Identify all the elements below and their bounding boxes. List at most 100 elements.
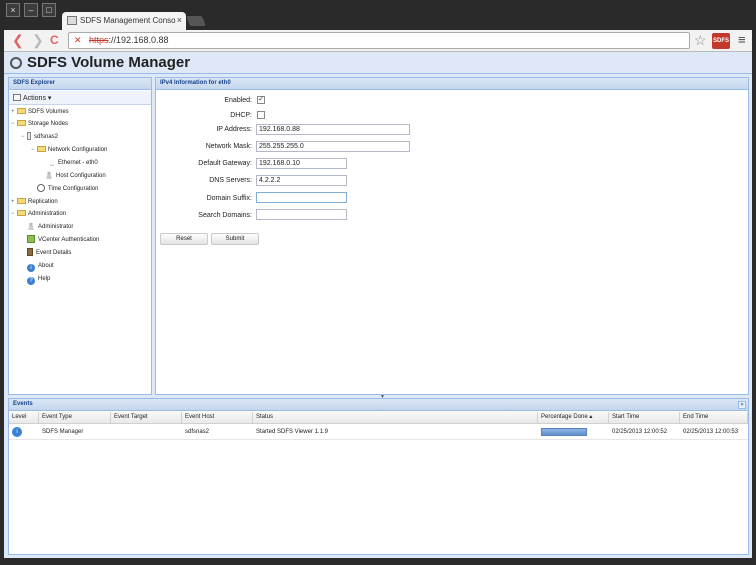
search-domains-label: Search Domains: [198, 212, 252, 219]
table-cell-event-type: SDFS Manager [42, 429, 84, 435]
window-maximize-button[interactable]: □ [42, 3, 56, 17]
network-mask-input[interactable] [256, 141, 410, 152]
tree-node-label: Help [38, 276, 51, 282]
app-title: SDFS Volume Manager [27, 54, 191, 71]
tree-node-sdfs-volumes[interactable]: + SDFS Volumes [11, 106, 69, 118]
explorer-header: SDFS Explorer [9, 78, 151, 90]
info-icon: i [27, 264, 35, 272]
url-scheme: https [89, 35, 109, 45]
tree-node-vcenter-authentication[interactable]: VCenter Authentication [27, 234, 99, 246]
browser-titlebar: × – □ SDFS Management Conso × [0, 0, 756, 30]
app-header: SDFS Volume Manager [4, 52, 752, 74]
tree-node-label: Event Details [36, 250, 72, 256]
ip-address-input[interactable] [256, 124, 410, 135]
table-cell-event-host: sdfsnas2 [185, 429, 210, 435]
forward-button[interactable]: ❯ [32, 32, 44, 48]
tree-node-label: Storage Nodes [28, 121, 69, 127]
tab-close-icon[interactable]: × [177, 15, 182, 25]
tree-node-administrator[interactable]: Administrator [27, 221, 73, 233]
tree-node-network-configuration[interactable]: − Network Configuration [31, 144, 107, 156]
bookmark-star-icon[interactable]: ☆ [694, 32, 707, 49]
window-close-button[interactable]: × [6, 3, 20, 17]
browser-toolbar: ❮ ❯ C ✕ https://192.168.0.88 ☆ SDFS ≡ [4, 30, 752, 52]
tree-node-storage-nodes[interactable]: − Storage Nodes [11, 118, 68, 130]
tree-node-label: Host Configuration [56, 173, 106, 179]
folder-icon [17, 108, 26, 114]
tree-node-replication[interactable]: + Replication [11, 196, 58, 208]
column-header-event-type[interactable]: Event Type [39, 412, 111, 424]
table-cell-start-time: 02/25/2013 12:00:52 [612, 429, 668, 435]
column-header-percentage-done[interactable]: Percentage Done ▴ [538, 412, 609, 424]
tree-node-label: Network Configuration [48, 147, 108, 153]
events-header: Events [9, 399, 748, 411]
progress-bar [541, 428, 587, 436]
network-arrows-icon: ↔ [49, 162, 55, 168]
url-host: ://192.168.0.88 [108, 35, 169, 45]
tree-node-host-configuration[interactable]: Host Configuration [45, 170, 106, 182]
submit-button[interactable]: Submit [211, 233, 259, 245]
actions-icon [13, 94, 21, 101]
address-bar[interactable]: ✕ https://192.168.0.88 [68, 32, 690, 49]
tree-node-label: Administration [28, 211, 67, 217]
reset-button[interactable]: Reset [160, 233, 208, 245]
tree-node-about[interactable]: i About [27, 260, 54, 272]
explorer-panel: SDFS Explorer Actions ▾ + SDFS Volumes − S… [8, 77, 152, 395]
tree-node-label: sdfsnas2 [34, 134, 59, 140]
column-header-end-time[interactable]: End Time [680, 412, 748, 424]
tree-node-label: VCenter Authentication [38, 237, 100, 243]
table-row-divider [9, 439, 748, 440]
window-minimize-button[interactable]: – [24, 3, 38, 17]
folder-icon [37, 146, 46, 152]
new-tab-button[interactable] [186, 16, 206, 26]
info-level-icon: i [12, 427, 22, 438]
column-header-event-target[interactable]: Event Target [111, 412, 182, 424]
app-viewport: SDFS Volume Manager SDFS Explorer Action… [4, 52, 752, 558]
sdfs-extension-icon[interactable]: SDFS [712, 33, 730, 49]
default-gateway-input[interactable] [256, 158, 347, 169]
browser-window: × – □ SDFS Management Conso × ❮ ❯ C ✕ ht… [0, 0, 756, 565]
tree-node-label: SDFS Volumes [28, 109, 69, 115]
administrator-person-icon [27, 222, 35, 230]
folder-icon [17, 120, 26, 126]
events-panel: Events » Level Event Type Event Target E… [8, 398, 749, 555]
tab-title: SDFS Management Conso [80, 16, 176, 25]
folder-icon [17, 198, 26, 204]
server-icon [27, 132, 31, 140]
column-header-start-time[interactable]: Start Time [609, 412, 680, 424]
dns-servers-input[interactable] [256, 175, 347, 186]
table-cell-event-target [111, 425, 182, 439]
event-log-icon [27, 248, 33, 256]
ipv4-panel: IPv4 Information for eth0 Enabled: ✓ DHC… [155, 77, 749, 395]
dhcp-checkbox[interactable] [257, 111, 265, 119]
column-header-level[interactable]: Level [9, 412, 39, 424]
tree-node-event-details[interactable]: Event Details [27, 247, 71, 259]
ip-address-label: IP Address: [216, 126, 252, 133]
table-cell-status: Started SDFS Viewer 1.1.9 [256, 429, 328, 435]
tree-node-time-configuration[interactable]: Time Configuration [37, 183, 98, 195]
tree-node-ethernet-eth0[interactable]: ↔ Ethernet - eth0 [49, 157, 98, 169]
dns-servers-label: DNS Servers: [209, 177, 252, 184]
enabled-label: Enabled: [224, 97, 252, 104]
browser-menu-icon[interactable]: ≡ [738, 32, 746, 47]
enabled-checkbox[interactable]: ✓ [257, 96, 265, 104]
ipv4-header: IPv4 Information for eth0 [156, 78, 748, 90]
column-header-event-host[interactable]: Event Host [182, 412, 253, 424]
broken-lock-icon: ✕ [74, 35, 82, 45]
reload-button[interactable]: C [50, 32, 59, 48]
domain-suffix-input[interactable] [256, 192, 347, 203]
search-domains-input[interactable] [256, 209, 347, 220]
dhcp-label: DHCP: [230, 112, 252, 119]
actions-menu-button[interactable]: Actions ▾ [9, 91, 151, 105]
browser-tab[interactable]: SDFS Management Conso × [62, 12, 186, 30]
collapse-icon[interactable]: » [738, 401, 746, 409]
tree-node-administration[interactable]: − Administration [11, 208, 66, 220]
column-header-status[interactable]: Status [253, 412, 538, 424]
back-button[interactable]: ❮ [12, 32, 24, 48]
tree-node-help[interactable]: ? Help [27, 273, 50, 285]
table-row-level: i [9, 425, 39, 439]
table-cell-percentage-done [538, 425, 609, 439]
folder-icon [17, 210, 26, 216]
host-person-icon [45, 171, 53, 179]
tree-node-label: Time Configuration [48, 186, 99, 192]
tree-node-sdfsnas2[interactable]: − sdfsnas2 [21, 131, 58, 143]
